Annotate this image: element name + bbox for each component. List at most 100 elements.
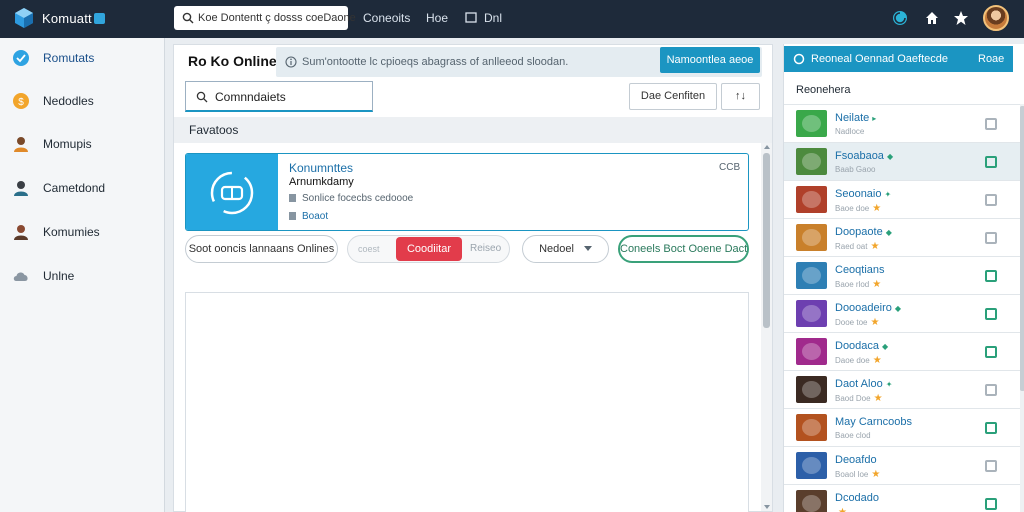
list-item[interactable]: Doooadeiro ◆ Dooe toe ★	[784, 294, 1020, 332]
list-item[interactable]: Fsoabaoa ◆ Baab Gaoo	[784, 142, 1020, 180]
sidebar-item-romutats[interactable]: Romutats	[0, 42, 165, 74]
rating-star-icon: ★	[838, 507, 847, 512]
rating-star-icon: ★	[870, 241, 880, 252]
featured-card[interactable]: Konumnttes Arnumkdamy Sonlice focecbs ce…	[185, 153, 749, 231]
green-action-button[interactable]: Coneels Boct Ooene Dact	[618, 235, 749, 263]
sidebar-item-momupis[interactable]: Momupis	[0, 128, 165, 160]
sidebar-item-unlne[interactable]: Unlne	[0, 260, 165, 292]
badge-mark-icon: ✦	[885, 380, 893, 389]
toolbar: Dae Cenfiten ↑↓	[174, 79, 772, 117]
list-item[interactable]: May Carncoobs Baoe clod	[784, 408, 1020, 446]
list-item-subtitle: Baod Doe ★	[835, 393, 883, 404]
app-thumbnail	[796, 452, 827, 479]
list-item[interactable]: Deoafdo Boaol loe ★	[784, 446, 1020, 484]
bookmark-icon[interactable]	[985, 460, 997, 472]
list-item-subtitle: Baoe rlod ★	[835, 279, 882, 290]
bookmark-icon[interactable]	[985, 308, 997, 320]
nav-link-1[interactable]: Coneoits	[363, 11, 410, 25]
star-icon[interactable]	[952, 9, 970, 27]
filter-pill-online[interactable]: Soot ooncis lannaans Onlines	[185, 235, 338, 263]
right-panel-subheader: Reonehera	[796, 84, 851, 96]
doc-icon	[289, 212, 296, 220]
scroll-thumb[interactable]	[1020, 106, 1024, 391]
app-thumbnail	[796, 376, 827, 403]
confirm-button[interactable]: Dae Cenfiten	[629, 83, 717, 110]
chevron-down-icon	[583, 246, 592, 251]
rating-star-icon: ★	[873, 393, 883, 404]
list-item[interactable]: Daot Aloo ✦ Baod Doe ★	[784, 370, 1020, 408]
search-input[interactable]	[215, 88, 365, 106]
bookmark-icon[interactable]	[985, 156, 997, 168]
bookmark-icon[interactable]	[985, 232, 997, 244]
page-title: Ro Ko Online	[188, 53, 277, 69]
rating-star-icon: ★	[872, 355, 882, 366]
search-icon	[196, 91, 208, 103]
segmented-control: coest Coodiitar Reiseo	[347, 235, 510, 263]
home-icon[interactable]	[923, 9, 941, 27]
rating-star-icon: ★	[871, 469, 881, 480]
window-icon	[465, 12, 477, 23]
list-item[interactable]: Ceoqtians Baoe rlod ★	[784, 256, 1020, 294]
bookmark-icon[interactable]	[985, 118, 997, 130]
app-thumbnail	[796, 186, 827, 213]
list-item-title: Dcodado	[835, 492, 880, 504]
nav-link-home[interactable]: Hoe	[426, 11, 448, 25]
bookmark-icon[interactable]	[985, 346, 997, 358]
rating-star-icon: ★	[870, 317, 880, 328]
rating-star-icon: ★	[872, 279, 882, 290]
person-icon	[14, 137, 28, 152]
list-item[interactable]: Dcodado ★	[784, 484, 1020, 512]
badge-mark-icon: ◆	[886, 152, 894, 161]
list-item[interactable]: Doodaca ◆ Daoe doe ★	[784, 332, 1020, 370]
bookmark-icon[interactable]	[985, 422, 997, 434]
sort-button[interactable]: ↑↓	[721, 83, 760, 110]
right-scrollbar[interactable]	[1020, 104, 1024, 512]
list-item[interactable]: Neilate ▸ Nadloce	[784, 104, 1020, 142]
model-select[interactable]: Nedoel	[522, 235, 609, 263]
card-meta-link[interactable]: Boaot	[289, 211, 328, 222]
scroll-down-icon[interactable]	[764, 505, 770, 509]
card-subtitle: Arnumkdamy	[289, 176, 354, 188]
main-scrollbar[interactable]	[761, 143, 772, 511]
sidebar-item-nedodles[interactable]: $ Nedodles	[0, 85, 165, 117]
app-thumbnail	[796, 224, 827, 251]
user-avatar[interactable]	[983, 5, 1009, 31]
app-brand[interactable]: Komuatt	[42, 11, 105, 26]
sync-logo-icon	[210, 171, 254, 215]
app-thumbnail	[796, 300, 827, 327]
refresh-icon[interactable]	[891, 9, 909, 27]
segment-right[interactable]: Reiseo	[470, 236, 501, 262]
list-item[interactable]: Seoonaio ✦ Baoe doe ★	[784, 180, 1020, 218]
notice-action-button[interactable]: Namoontlea aeoe	[660, 47, 760, 73]
segment-active[interactable]: Coodiitar	[396, 237, 462, 261]
bookmark-icon[interactable]	[985, 270, 997, 282]
list-item-subtitle: Baab Gaoo	[835, 165, 876, 174]
list-item-subtitle: Baoe doe ★	[835, 203, 882, 214]
scroll-thumb[interactable]	[763, 153, 770, 328]
top-bar: Komuatt Koe Dontentt ç dosss coeDaone Co…	[0, 0, 1024, 38]
bookmark-icon[interactable]	[985, 384, 997, 396]
right-panel-button[interactable]: Roae	[978, 53, 1004, 65]
info-icon	[285, 56, 297, 68]
scroll-up-icon[interactable]	[764, 145, 770, 149]
search-field[interactable]	[185, 81, 373, 112]
sidebar-item-cametdond[interactable]: Cametdond	[0, 172, 165, 204]
badge-mark-icon: ◆	[885, 228, 892, 237]
list-item-title: Deoafdo	[835, 454, 877, 466]
segment-left[interactable]: coest	[358, 236, 380, 262]
search-icon	[182, 12, 194, 24]
sidebar-item-label: Cametdond	[43, 181, 106, 195]
list-item[interactable]: Doopaote ◆ Raed oat ★	[784, 218, 1020, 256]
nav-link-3[interactable]: Dnl	[484, 11, 502, 25]
badge-mark-icon: ◆	[894, 304, 902, 313]
list-item-title: Daot Aloo ✦	[835, 378, 893, 390]
section-label: Favatoos	[189, 123, 239, 137]
global-search[interactable]: Koe Dontentt ç dosss coeDaone	[174, 6, 356, 30]
list-item-subtitle: Dooe toe ★	[835, 317, 880, 328]
cube-logo-icon[interactable]	[12, 6, 36, 30]
content-area	[185, 292, 749, 512]
sidebar-item-komumies[interactable]: Komumies	[0, 216, 165, 248]
bookmark-icon[interactable]	[985, 194, 997, 206]
card-title[interactable]: Konumnttes	[289, 161, 353, 175]
bookmark-icon[interactable]	[985, 498, 997, 510]
